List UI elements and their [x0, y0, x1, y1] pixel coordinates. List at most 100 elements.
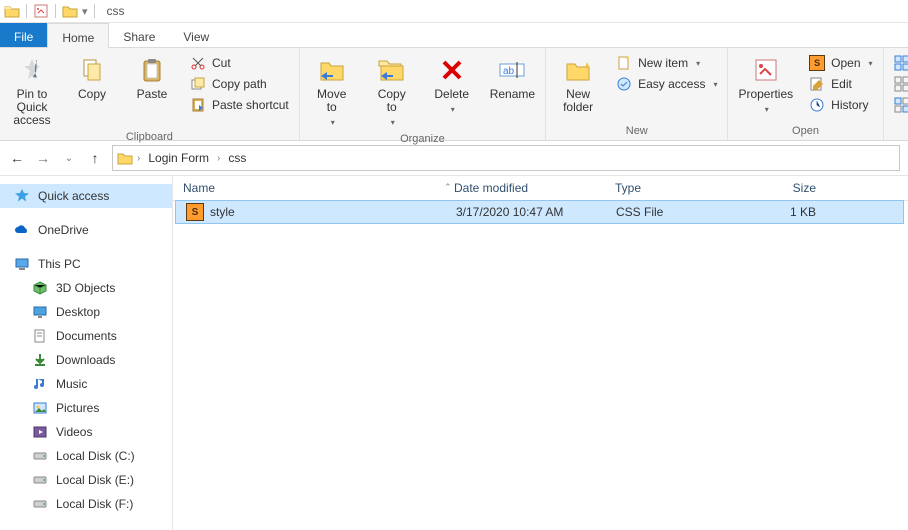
- nav-disk-f[interactable]: Local Disk (F:): [0, 492, 172, 516]
- tab-file[interactable]: File: [0, 23, 47, 47]
- qat-dropdown-icon[interactable]: ▾: [82, 5, 88, 18]
- select-all-button[interactable]: Select all: [890, 54, 908, 72]
- nav-quick-access[interactable]: Quick access: [0, 184, 172, 208]
- delete-icon: [436, 54, 468, 86]
- music-icon: [32, 376, 48, 392]
- chevron-down-icon: ▾: [696, 59, 700, 68]
- disk-icon: [32, 472, 48, 488]
- documents-icon: [32, 328, 48, 344]
- tab-view[interactable]: View: [169, 23, 223, 47]
- delete-button[interactable]: Delete▾: [426, 52, 478, 118]
- group-clipboard: Pin to Quick access Copy Paste Cut: [0, 48, 300, 140]
- qat-separator: [94, 4, 95, 18]
- window-title: css: [107, 4, 125, 18]
- nav-this-pc[interactable]: This PC: [0, 252, 172, 276]
- nav-pictures[interactable]: Pictures: [0, 396, 172, 420]
- open-button[interactable]: S Open▾: [805, 54, 876, 72]
- file-name: style: [210, 205, 235, 219]
- copy-button[interactable]: Copy: [66, 52, 118, 103]
- new-item-icon: [616, 55, 632, 71]
- chevron-right-icon[interactable]: ›: [215, 153, 222, 164]
- group-organize: Move to▾ Copy to▾ Delete▾ ab Rename Orga…: [300, 48, 546, 140]
- scissors-icon: [190, 55, 206, 71]
- paste-label: Paste: [137, 88, 168, 101]
- copy-icon: [76, 54, 108, 86]
- disk-icon: [32, 496, 48, 512]
- folder-icon: [62, 4, 78, 18]
- pictures-icon: [32, 400, 48, 416]
- copy-path-button[interactable]: Copy path: [186, 75, 293, 93]
- paste-icon: [136, 54, 168, 86]
- group-label: Clipboard: [126, 129, 173, 146]
- tab-home[interactable]: Home: [47, 23, 109, 48]
- rename-button[interactable]: ab Rename: [486, 52, 539, 103]
- address-bar[interactable]: › Login Form › css: [112, 145, 900, 171]
- col-name[interactable]: Name: [173, 181, 444, 195]
- group-label: New: [626, 123, 648, 140]
- history-icon: [809, 97, 825, 113]
- nav-disk-c[interactable]: Local Disk (C:): [0, 444, 172, 468]
- move-to-icon: [316, 54, 348, 86]
- group-select: Select all Select none Invert selection …: [884, 48, 908, 140]
- rename-icon: ab: [496, 54, 528, 86]
- nav-disk-e[interactable]: Local Disk (E:): [0, 468, 172, 492]
- chevron-down-icon: ▾: [391, 116, 395, 129]
- select-none-icon: [894, 76, 908, 92]
- qat-properties-icon[interactable]: [33, 3, 49, 19]
- forward-button[interactable]: →: [34, 150, 52, 166]
- tab-share[interactable]: Share: [109, 23, 169, 47]
- copy-to-button[interactable]: Copy to▾: [366, 52, 418, 131]
- disk-icon: [32, 448, 48, 464]
- group-label: Open: [792, 123, 819, 140]
- star-icon: [14, 188, 30, 204]
- col-size[interactable]: Size: [736, 181, 827, 195]
- pin-icon: [16, 54, 48, 86]
- navigation-pane: Quick access OneDrive This PC 3D Objects…: [0, 176, 173, 530]
- history-button[interactable]: History: [805, 96, 876, 114]
- chevron-down-icon: ▾: [765, 103, 769, 116]
- back-button[interactable]: ←: [8, 150, 26, 166]
- move-to-button[interactable]: Move to▾: [306, 52, 358, 131]
- edit-button[interactable]: Edit: [805, 75, 876, 93]
- recent-dropdown[interactable]: ⌄: [60, 153, 78, 164]
- copy-path-icon: [190, 76, 206, 92]
- chevron-down-icon: ▾: [869, 59, 873, 68]
- pin-label: Pin to Quick access: [10, 88, 54, 127]
- edit-icon: [809, 76, 825, 92]
- new-folder-button[interactable]: New folder: [552, 52, 604, 116]
- folder-icon: [117, 151, 133, 165]
- pin-to-quick-access-button[interactable]: Pin to Quick access: [6, 52, 58, 129]
- svg-text:ab: ab: [503, 66, 515, 77]
- chevron-right-icon[interactable]: ›: [135, 153, 142, 164]
- select-all-icon: [894, 55, 908, 71]
- cut-button[interactable]: Cut: [186, 54, 293, 72]
- invert-selection-button[interactable]: Invert selection: [890, 96, 908, 114]
- nav-desktop[interactable]: Desktop: [0, 300, 172, 324]
- easy-access-button[interactable]: Easy access▾: [612, 75, 721, 93]
- copy-label: Copy: [78, 88, 106, 101]
- nav-documents[interactable]: Documents: [0, 324, 172, 348]
- column-headers: Name ⌃ Date modified Type Size: [173, 176, 908, 201]
- file-row[interactable]: S style 3/17/2020 10:47 AM CSS File 1 KB: [175, 200, 904, 224]
- nav-onedrive[interactable]: OneDrive: [0, 218, 172, 242]
- col-type[interactable]: Type: [605, 181, 736, 195]
- paste-shortcut-button[interactable]: Paste shortcut: [186, 96, 293, 114]
- nav-music[interactable]: Music: [0, 372, 172, 396]
- select-none-button[interactable]: Select none: [890, 75, 908, 93]
- nav-3d-objects[interactable]: 3D Objects: [0, 276, 172, 300]
- breadcrumb-item[interactable]: css: [224, 149, 250, 167]
- pc-icon: [14, 256, 30, 272]
- downloads-icon: [32, 352, 48, 368]
- properties-button[interactable]: Properties▾: [734, 52, 797, 118]
- new-item-button[interactable]: New item▾: [612, 54, 721, 72]
- nav-downloads[interactable]: Downloads: [0, 348, 172, 372]
- col-date[interactable]: Date modified: [444, 181, 605, 195]
- chevron-down-icon: ▾: [713, 80, 717, 89]
- up-button[interactable]: ↑: [86, 150, 104, 166]
- group-open: Properties▾ S Open▾ Edit History Open: [728, 48, 883, 140]
- paste-button[interactable]: Paste: [126, 52, 178, 103]
- nav-videos[interactable]: Videos: [0, 420, 172, 444]
- breadcrumb-item[interactable]: Login Form: [144, 149, 213, 167]
- properties-icon: [750, 54, 782, 86]
- paste-shortcut-icon: [190, 97, 206, 113]
